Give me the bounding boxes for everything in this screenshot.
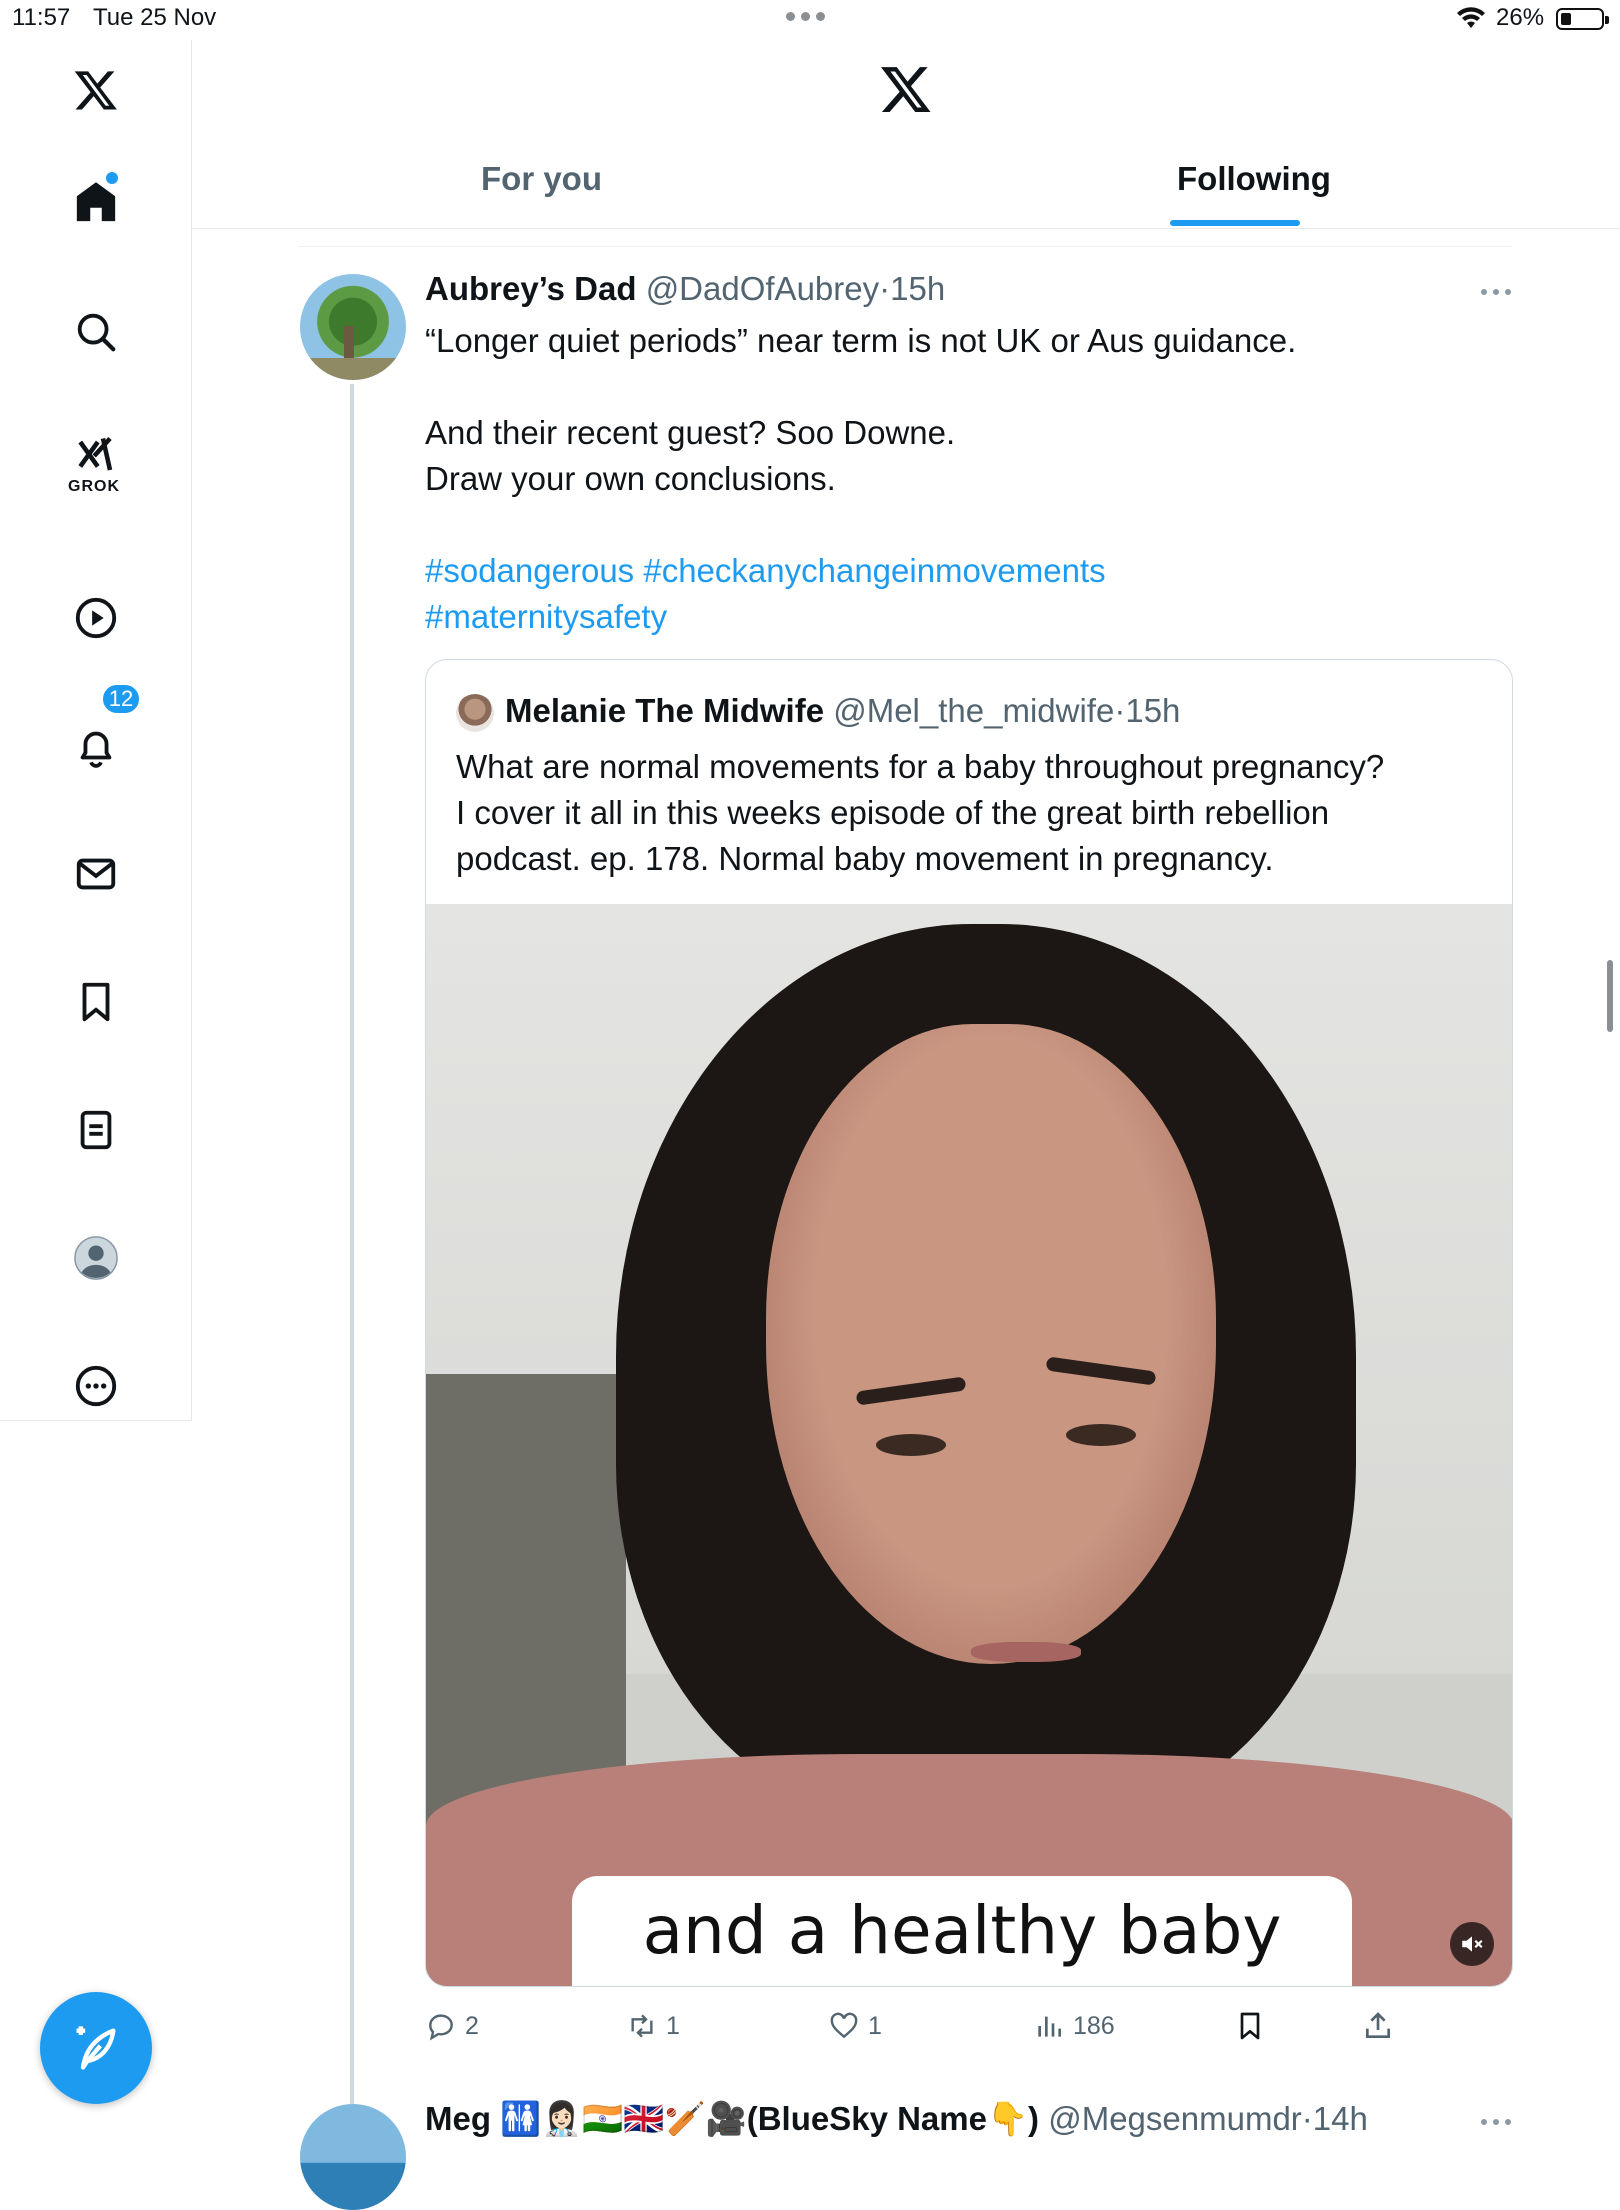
author-handle[interactable]: @DadOfAubrey bbox=[646, 270, 879, 307]
view-count: 186 bbox=[1073, 2011, 1115, 2040]
separator: · bbox=[879, 270, 891, 307]
reply-count: 2 bbox=[465, 2011, 479, 2040]
grok-icon bbox=[78, 436, 113, 471]
search-icon bbox=[77, 313, 116, 352]
tweet-time[interactable]: 14h bbox=[1313, 2100, 1368, 2137]
quote-tweet-card[interactable]: Melanie The Midwife @Mel_the_midwife·15h… bbox=[425, 659, 1513, 1987]
like-button[interactable]: 1 bbox=[828, 2008, 882, 2044]
tab-following[interactable]: Following bbox=[1177, 160, 1331, 198]
x-logo-icon[interactable] bbox=[66, 60, 126, 120]
timeline-header: For you Following bbox=[193, 40, 1620, 229]
repost-icon bbox=[631, 2014, 653, 2038]
share-button[interactable] bbox=[1362, 2008, 1394, 2044]
bookmark-button[interactable] bbox=[1234, 2008, 1266, 2044]
battery-icon bbox=[1556, 8, 1609, 30]
status-bar: 11:57 Tue 25 Nov 26% bbox=[0, 0, 1620, 40]
share-icon bbox=[1366, 2012, 1390, 2038]
bookmark-icon bbox=[82, 982, 110, 1022]
quote-avatar bbox=[456, 694, 494, 732]
profile-icon bbox=[74, 1236, 118, 1280]
divider bbox=[298, 246, 1512, 247]
quote-author-handle: @Mel_the_midwife bbox=[833, 692, 1115, 729]
wifi-icon bbox=[1457, 7, 1485, 28]
avatar[interactable] bbox=[300, 274, 406, 380]
quote-text-line: podcast. ep. 178. Normal baby movement i… bbox=[456, 840, 1274, 877]
mail-icon bbox=[76, 858, 116, 890]
author-name[interactable]: Aubrey’s Dad bbox=[425, 270, 637, 307]
thread-line bbox=[350, 384, 354, 2104]
status-date: Tue 25 Nov bbox=[93, 4, 217, 31]
tweet-time[interactable]: 15h bbox=[890, 270, 945, 307]
sidebar-item-lists[interactable] bbox=[66, 1100, 126, 1160]
notification-badge: 12 bbox=[101, 683, 141, 715]
compose-button[interactable] bbox=[40, 1992, 152, 2104]
sidebar-divider bbox=[0, 1420, 192, 1421]
reply-button[interactable]: 2 bbox=[425, 2008, 479, 2044]
video-player[interactable]: and a healthy baby bbox=[426, 904, 1512, 1986]
quote-header: Melanie The Midwife @Mel_the_midwife·15h bbox=[505, 692, 1180, 730]
author-name[interactable]: Meg 🚻👩🏻‍⚕️🇮🇳🇬🇧🏏🎥(BlueSky Name👇) bbox=[425, 2100, 1039, 2137]
sidebar-item-messages[interactable] bbox=[66, 844, 126, 904]
bookmark-icon bbox=[1240, 2012, 1260, 2040]
status-time: 11:57 bbox=[12, 4, 71, 31]
quote-text-line: I cover it all in this weeks episode of … bbox=[456, 794, 1330, 831]
like-count: 1 bbox=[868, 2011, 882, 2040]
quote-time: 15h bbox=[1125, 692, 1181, 729]
sidebar-item-profile[interactable] bbox=[66, 1228, 126, 1288]
bell-icon bbox=[80, 731, 112, 768]
tweet-text-line: And their recent guest? Soo Downe. bbox=[425, 414, 956, 451]
mute-button[interactable] bbox=[1450, 1922, 1494, 1966]
sidebar-item-more[interactable] bbox=[66, 1356, 126, 1416]
more-circle-icon bbox=[75, 1365, 117, 1407]
sidebar-item-grok[interactable] bbox=[66, 426, 126, 486]
video-caption: and a healthy baby bbox=[642, 1892, 1282, 1969]
home-unread-dot bbox=[106, 172, 118, 184]
sidebar-item-notifications[interactable] bbox=[66, 716, 126, 776]
more-options-icon[interactable] bbox=[1478, 2116, 1514, 2128]
tweet-text-line: “Longer quiet periods” near term is not … bbox=[425, 322, 1297, 359]
hashtag-link[interactable]: #sodangerous bbox=[425, 552, 634, 589]
battery-percent: 26% bbox=[1496, 4, 1545, 31]
sidebar bbox=[0, 40, 192, 1420]
list-icon bbox=[80, 1110, 112, 1150]
home-icon bbox=[76, 182, 116, 222]
x-logo-icon[interactable] bbox=[879, 62, 933, 116]
active-tab-indicator bbox=[1170, 220, 1300, 226]
repost-count: 1 bbox=[666, 2011, 680, 2040]
reply-icon bbox=[429, 2014, 453, 2041]
sidebar-item-video[interactable] bbox=[66, 588, 126, 648]
separator: · bbox=[1114, 692, 1126, 729]
hashtag-link[interactable]: #maternitysafety bbox=[425, 598, 667, 635]
views-button[interactable]: 186 bbox=[1033, 2008, 1115, 2044]
quote-text-line: What are normal movements for a baby thr… bbox=[456, 748, 1385, 785]
quote-author-name: Melanie The Midwife bbox=[505, 692, 825, 729]
views-icon bbox=[1038, 2016, 1061, 2037]
tab-for-you[interactable]: For you bbox=[481, 160, 602, 198]
author-handle[interactable]: @Megsenmumdr bbox=[1048, 2100, 1302, 2137]
sidebar-item-explore[interactable] bbox=[66, 302, 126, 362]
more-options-icon[interactable] bbox=[1478, 286, 1514, 298]
tweet-header: Meg 🚻👩🏻‍⚕️🇮🇳🇬🇧🏏🎥(BlueSky Name👇) @Megsenm… bbox=[425, 2100, 1368, 2139]
sidebar-item-bookmarks[interactable] bbox=[66, 972, 126, 1032]
hashtag-link[interactable]: #checkanychangeinmovements bbox=[643, 552, 1105, 589]
repost-button[interactable]: 1 bbox=[626, 2008, 680, 2044]
heart-icon bbox=[830, 2012, 858, 2039]
avatar[interactable] bbox=[300, 2104, 406, 2210]
play-icon bbox=[75, 597, 117, 639]
compose-icon bbox=[76, 2026, 116, 2070]
scrollbar[interactable] bbox=[1607, 960, 1613, 1032]
separator: · bbox=[1301, 2100, 1313, 2137]
tweet-header: Aubrey’s Dad @DadOfAubrey·15h bbox=[425, 270, 945, 308]
muted-speaker-icon bbox=[1462, 1936, 1483, 1952]
tweet-text-line: Draw your own conclusions. bbox=[425, 460, 836, 497]
multitasking-dots-icon[interactable] bbox=[786, 12, 825, 21]
grok-label: GROK bbox=[68, 478, 120, 495]
